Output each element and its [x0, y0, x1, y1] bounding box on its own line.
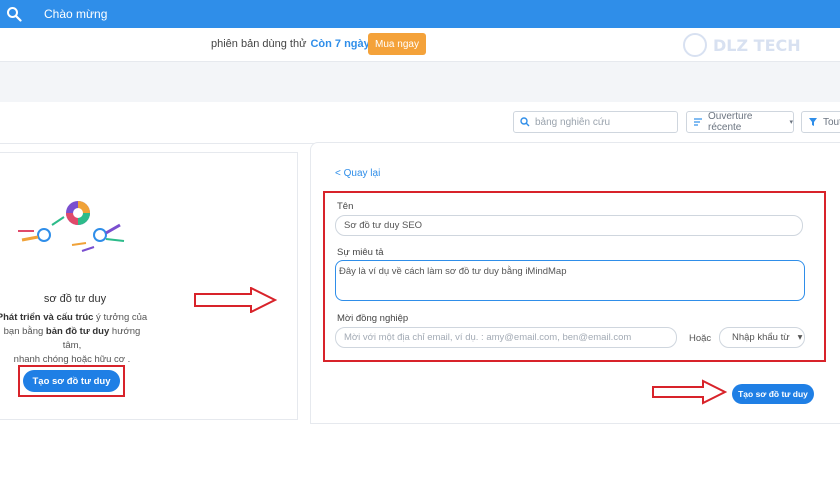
buy-now-button[interactable]: Mua ngay: [368, 33, 426, 55]
watermark-text: DLZ TECH: [713, 35, 801, 55]
mind-map-description: Phát triển và cấu trúc ý tưởng của bạn b…: [0, 311, 150, 367]
research-search-placeholder: bảng nghiên cứu: [535, 116, 611, 128]
invite-label: Mời đồng nghiệp: [337, 313, 409, 324]
or-label: Hoặc: [689, 333, 712, 344]
trial-banner: phiên bản dùng thử Còn 7 ngày Mua ngay DL…: [0, 28, 840, 62]
desc-bold-2: bản đồ tư duy: [45, 326, 110, 337]
mind-map-template-card: sơ đồ tư duy Phát triển và cấu trúc ý tư…: [0, 152, 298, 420]
invite-email-field[interactable]: Mời với một địa chỉ email, ví dụ. : amy@…: [335, 327, 677, 348]
top-navigation-bar: Chào mừng: [0, 0, 840, 28]
arrow-right-icon: [194, 287, 277, 313]
arrow-right-icon: [652, 379, 727, 405]
desc-text-4: nhanh chóng hoặc hữu cơ .: [13, 354, 131, 365]
app-title: Chào mừng: [44, 7, 108, 21]
highlight-box: Tên Sơ đồ tư duy SEO Sự miêu tả Đây là v…: [323, 191, 826, 362]
name-value: Sơ đồ tư duy SEO: [344, 220, 423, 231]
back-link[interactable]: < Quay lại: [335, 168, 380, 179]
trial-text: phiên bản dùng thử Còn 7 ngày: [211, 38, 370, 50]
search-icon: [520, 117, 530, 127]
mind-map-illustration: [18, 201, 125, 252]
watermark-logo-icon: [683, 33, 707, 57]
invite-placeholder: Mời với một địa chỉ email, ví dụ. : amy@…: [344, 332, 632, 343]
chevron-down-icon: ▾: [797, 332, 803, 343]
create-mind-map-button[interactable]: Tạo sơ đồ tư duy: [23, 370, 120, 392]
filter-dropdown[interactable]: Tout: [801, 111, 840, 133]
sort-label: Ouverture récente: [708, 111, 753, 133]
sort-icon: [693, 117, 703, 127]
page-bottom: [0, 424, 840, 500]
filter-icon: [808, 117, 818, 127]
mind-map-title: sơ đồ tư duy: [43, 293, 107, 305]
highlight-box: Tạo sơ đồ tư duy: [18, 365, 125, 397]
desc-bold-1: Phát triển và cấu trúc: [0, 312, 94, 323]
search-icon[interactable]: [0, 0, 28, 28]
trial-days: Còn 7 ngày: [310, 38, 370, 50]
name-field[interactable]: Sơ đồ tư duy SEO: [335, 215, 803, 236]
create-mind-map-submit-button[interactable]: Tạo sơ đồ tư duy: [732, 384, 814, 404]
description-label: Sự miêu tả: [337, 247, 384, 258]
header-spacer: [0, 62, 840, 102]
desc-text-1: ý tưởng của: [93, 312, 148, 323]
trial-label: phiên bản dùng thử: [211, 38, 307, 50]
create-form-panel: < Quay lại Tên Sơ đồ tư duy SEO Sự miêu …: [310, 142, 840, 424]
research-search-input[interactable]: bảng nghiên cứu: [513, 111, 678, 133]
toolbar: bảng nghiên cứu Ouverture récente ▾ Tout: [0, 102, 840, 144]
desc-text-2: bạn bằng: [3, 326, 46, 337]
name-label: Tên: [337, 201, 354, 212]
sort-dropdown[interactable]: Ouverture récente ▾: [686, 111, 794, 133]
watermark: DLZ TECH: [683, 30, 803, 60]
chevron-down-icon: ▾: [789, 119, 793, 126]
description-value: Đây là ví dụ về cách làm sơ đồ tư duy bằ…: [339, 266, 567, 277]
import-label: Nhập khẩu từ: [732, 332, 790, 343]
import-from-dropdown[interactable]: Nhập khẩu từ ▾: [719, 327, 805, 348]
filter-label: Tout: [823, 116, 840, 128]
description-field[interactable]: Đây là ví dụ về cách làm sơ đồ tư duy bằ…: [335, 260, 805, 301]
